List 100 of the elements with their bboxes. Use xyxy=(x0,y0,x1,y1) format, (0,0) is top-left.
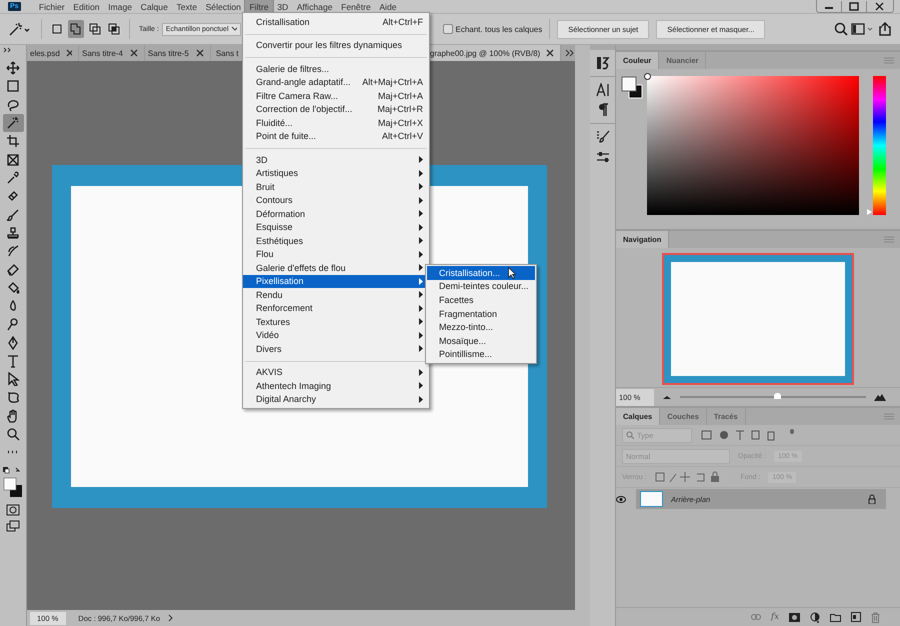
menu-item[interactable]: Facettes xyxy=(427,293,535,307)
pen-icon xyxy=(6,336,20,350)
tool-button[interactable] xyxy=(2,114,24,132)
menu-item[interactable]: Flou xyxy=(243,248,429,261)
quick-mask-icon[interactable] xyxy=(6,504,20,516)
character-panel-icon[interactable] xyxy=(596,83,610,97)
search-icon[interactable] xyxy=(834,22,848,36)
checkbox-label: Echant. tous les calques xyxy=(456,24,542,34)
stamp-icon xyxy=(6,226,20,240)
menu-item[interactable]: Filtre Camera Raw... Maj+Ctrl+A xyxy=(243,89,429,102)
menu-item[interactable]: 3D xyxy=(243,153,429,166)
brushes-panel-icon[interactable] xyxy=(596,130,610,144)
menu-item[interactable]: Esthétiques xyxy=(243,234,429,248)
menu-item[interactable]: Déformation xyxy=(243,207,429,220)
selection-mode-icon xyxy=(70,23,82,35)
menu-item[interactable]: Renforcement xyxy=(243,302,429,315)
wand-icon xyxy=(6,116,20,130)
selection-mode-button[interactable] xyxy=(68,20,84,38)
shortcut-text: Maj+Ctrl+R xyxy=(377,104,423,114)
shortcut-text: Alt+Maj+Ctrl+A xyxy=(362,77,423,88)
close-icon[interactable] xyxy=(196,49,204,57)
menu-item[interactable]: Textures xyxy=(243,315,429,328)
overflow-icon[interactable] xyxy=(565,49,575,57)
menu-item[interactable]: Edition xyxy=(68,0,104,13)
menu-item[interactable]: Pointillisme... xyxy=(427,348,535,362)
zoom-icon xyxy=(6,427,20,442)
hue-marker[interactable] xyxy=(867,209,872,215)
menu-item[interactable]: Demi-teintes couleur... xyxy=(427,280,535,294)
share-icon[interactable] xyxy=(878,22,892,36)
shape-icon xyxy=(6,390,20,404)
history-panel-icon[interactable] xyxy=(596,56,610,70)
menu-item[interactable]: Image xyxy=(104,0,136,13)
move-icon xyxy=(6,61,20,76)
chevron-icon[interactable] xyxy=(168,614,174,622)
menu-item[interactable]: Fenêtre xyxy=(336,0,376,13)
menu-item[interactable]: AKVIS xyxy=(243,366,429,379)
menu-item[interactable]: Fragmentation xyxy=(427,306,535,320)
history-icon xyxy=(6,244,20,258)
menu-item[interactable]: Rendu xyxy=(243,288,429,302)
menu-item[interactable]: Cristallisation Alt+Ctrl+F xyxy=(243,15,429,28)
healing-icon xyxy=(6,189,20,204)
menu-item[interactable]: Mosaïque... xyxy=(427,334,535,348)
workspace-icon[interactable] xyxy=(851,22,875,36)
menu-item[interactable]: Aide xyxy=(375,0,401,13)
collapse-icon[interactable] xyxy=(3,47,13,53)
eyedropper-icon xyxy=(6,170,20,185)
document-tab[interactable]: Sans titre-5 xyxy=(144,45,211,61)
menu-item[interactable]: Sélection xyxy=(201,0,246,13)
bucket-icon xyxy=(6,280,20,295)
menu-item[interactable]: Fluidité... Maj+Ctrl+X xyxy=(243,116,429,130)
menu-item[interactable]: Convertir pour les filtres dynamiques xyxy=(243,38,429,52)
checkbox[interactable] xyxy=(442,24,452,34)
menu-item[interactable]: Mezzo-tinto... xyxy=(427,320,535,334)
menu-item[interactable]: Esquisse xyxy=(243,220,429,234)
lasso-icon xyxy=(6,98,20,112)
menu-item[interactable]: Digital Anarchy xyxy=(243,392,429,406)
document-tab[interactable]: eles.psd xyxy=(27,45,79,61)
menu-item[interactable]: Divers xyxy=(243,342,429,356)
menu-item[interactable]: Affichage xyxy=(292,0,337,13)
close-icon[interactable] xyxy=(130,49,138,57)
shortcut-text: Maj+Ctrl+A xyxy=(378,90,423,101)
menu-item[interactable]: Texte xyxy=(172,0,202,13)
menu-item[interactable]: Cristallisation... xyxy=(427,266,535,280)
menu-item[interactable]: Galerie de filtres... xyxy=(243,62,429,76)
color-swatches-icon[interactable] xyxy=(621,76,643,100)
menu-item[interactable]: Galerie d'effets de flou xyxy=(243,261,429,274)
zoom-out-icon[interactable] xyxy=(662,394,672,400)
menu-item[interactable]: Bruit xyxy=(243,180,429,194)
document-tab[interactable]: Sans titre-4 xyxy=(79,45,145,61)
close-icon[interactable] xyxy=(546,49,554,57)
menu-item[interactable]: Calque xyxy=(136,0,172,13)
selection-mode-icon xyxy=(89,23,101,35)
layer-thumbnail xyxy=(640,491,663,507)
dodge-icon xyxy=(6,317,20,332)
mouse-cursor-icon xyxy=(508,267,516,279)
eye-icon[interactable] xyxy=(616,496,626,502)
crop-icon xyxy=(6,134,20,148)
selection-mode-icon xyxy=(51,23,63,35)
magic-wand-icon[interactable] xyxy=(8,21,32,37)
menu-item[interactable]: Athentech Imaging xyxy=(243,379,429,392)
menu-item[interactable]: 3D xyxy=(272,0,293,13)
color-swatches-icon[interactable] xyxy=(2,466,24,500)
screen-mode-icon[interactable] xyxy=(6,520,20,532)
adjustments-panel-icon[interactable] xyxy=(596,150,610,164)
close-icon[interactable] xyxy=(66,49,72,57)
color-field[interactable] xyxy=(647,76,859,215)
menu-item[interactable]: Grand-angle adaptatif... Alt+Maj+Ctrl+A xyxy=(243,76,429,89)
menu-item[interactable]: Correction de l'objectif... Maj+Ctrl+R xyxy=(243,102,429,116)
frame-icon xyxy=(6,152,20,167)
menu-item[interactable]: Fichier xyxy=(34,0,69,13)
menu-item[interactable]: Contours xyxy=(243,194,429,207)
menu-item[interactable]: Point de fuite... Alt+Ctrl+V xyxy=(243,130,429,143)
zoom-in-icon[interactable] xyxy=(874,393,888,401)
slider-thumb[interactable] xyxy=(774,393,781,399)
menu-item[interactable]: Filtre xyxy=(245,0,273,13)
menu-item[interactable]: Artistiques xyxy=(243,166,429,180)
menu-item[interactable]: Vidéo xyxy=(243,328,429,342)
shortcut-text: Alt+Ctrl+V xyxy=(382,131,423,142)
type-icon xyxy=(6,354,20,368)
navigator-preview[interactable] xyxy=(662,253,854,385)
